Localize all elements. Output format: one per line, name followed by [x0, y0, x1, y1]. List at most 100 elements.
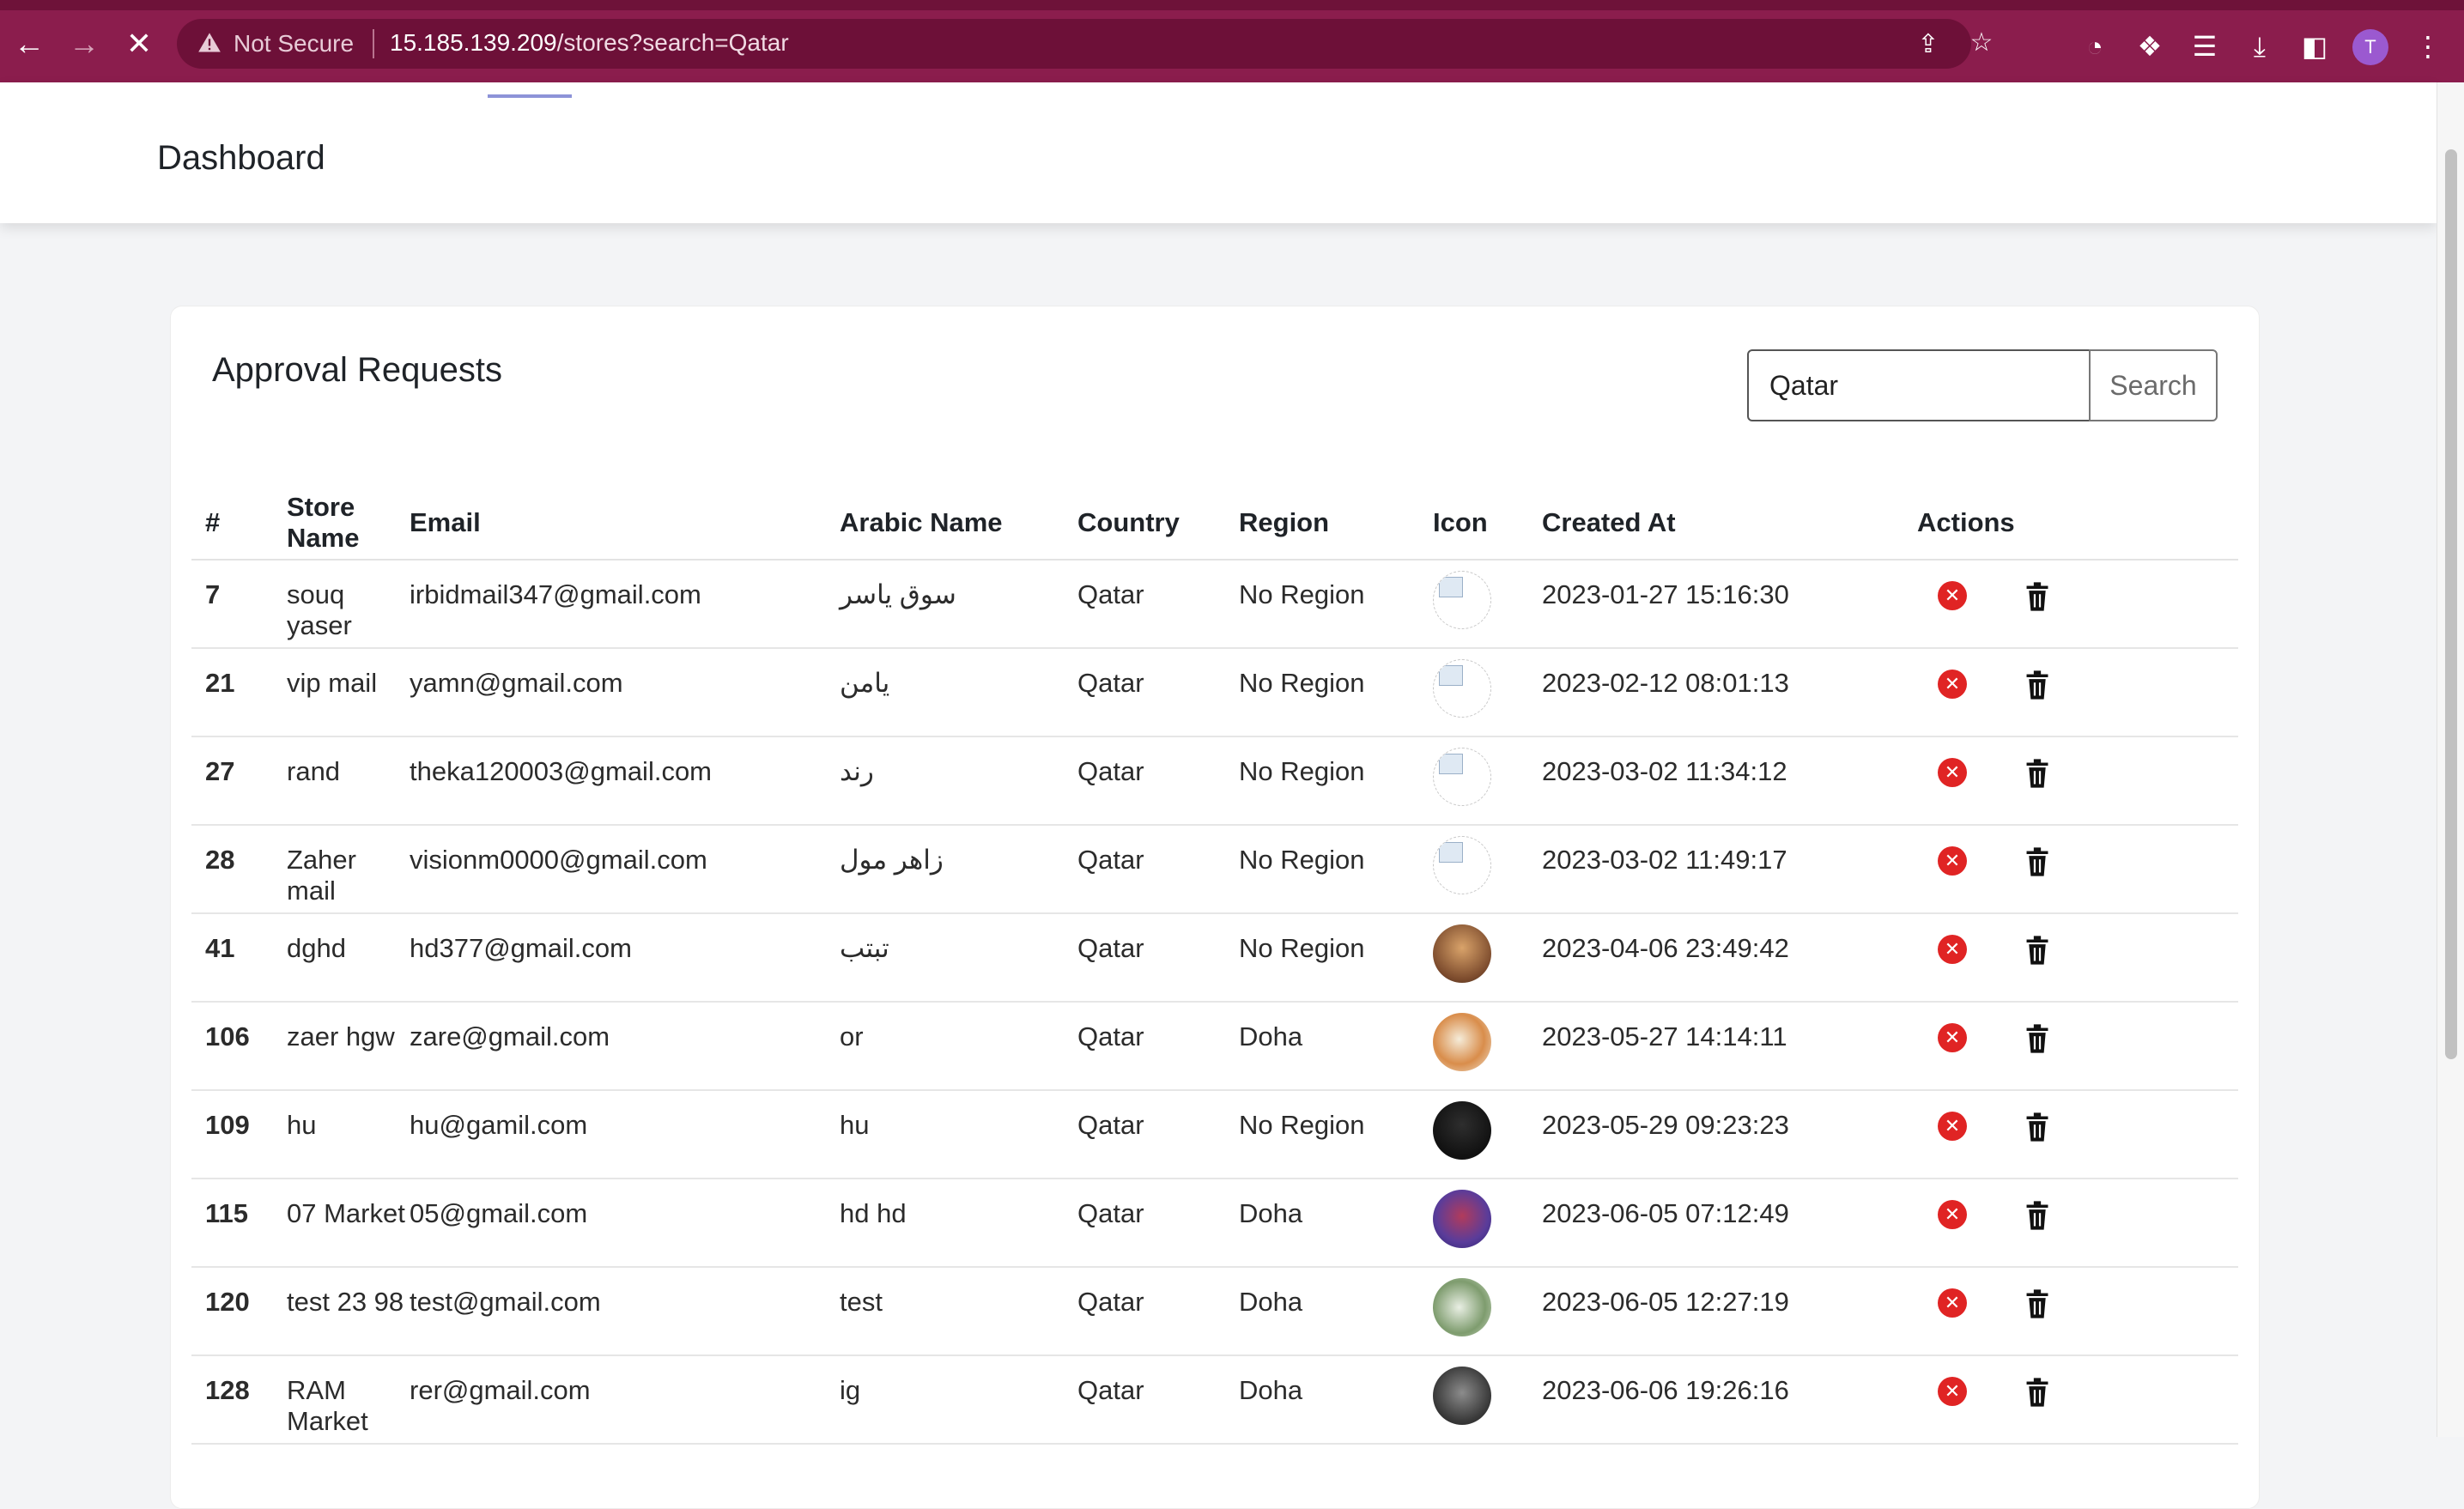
- store-created-at: 2023-06-06 19:26:16: [1542, 1355, 1917, 1445]
- scrollbar-thumb[interactable]: [2445, 149, 2457, 1059]
- store-created-at: 2023-05-27 14:14:11: [1542, 1002, 1917, 1091]
- store-email: irbidmail347@gmail.com: [410, 560, 840, 649]
- store-icon-cell: [1433, 1179, 1542, 1268]
- address-bar[interactable]: Not Secure 15.185.139.209/stores?search=…: [177, 19, 1993, 69]
- url-text[interactable]: 15.185.139.209/stores?search=Qatar: [390, 29, 789, 57]
- store-image-icon: [1433, 1367, 1491, 1425]
- store-arabic-name: ig: [840, 1355, 1077, 1445]
- store-image-icon: [1433, 1278, 1491, 1336]
- table-row: 27 rand theka120003@gmail.com رند Qatar …: [191, 736, 2238, 826]
- store-email: 05@gmail.com: [410, 1179, 840, 1268]
- store-country: Qatar: [1077, 648, 1239, 737]
- trash-icon[interactable]: [2023, 846, 2052, 877]
- extension-circle-icon[interactable]: ◔: [2078, 29, 2112, 64]
- download-icon[interactable]: ⤓: [2242, 29, 2277, 64]
- extensions-puzzle-icon[interactable]: ❖: [2133, 29, 2167, 64]
- store-icon-cell: [1433, 1267, 1542, 1356]
- actions-cell: ✕: [1917, 1090, 2238, 1179]
- table-row: 41 dghd hd377@gmail.com تبتب Qatar No Re…: [191, 913, 2238, 1003]
- profile-avatar[interactable]: T: [2352, 29, 2388, 65]
- forward-icon[interactable]: →: [65, 22, 103, 65]
- trash-icon[interactable]: [2023, 581, 2052, 612]
- page-scrollbar[interactable]: [2437, 82, 2464, 1437]
- store-image-icon: [1433, 1101, 1491, 1160]
- column-header: #: [191, 487, 287, 561]
- reject-icon[interactable]: ✕: [1938, 935, 1967, 964]
- page-title: Dashboard: [157, 139, 325, 177]
- store-arabic-name: or: [840, 1002, 1077, 1091]
- card-title: Approval Requests: [212, 351, 502, 389]
- store-country: Qatar: [1077, 1090, 1239, 1179]
- table-header-row: # Store Name Email Arabic Name Country R…: [191, 487, 2238, 561]
- trash-icon[interactable]: [2023, 1023, 2052, 1054]
- reject-icon[interactable]: ✕: [1938, 1288, 1967, 1318]
- security-label[interactable]: Not Secure: [234, 30, 354, 58]
- store-email: zare@gmail.com: [410, 1002, 840, 1091]
- store-icon-cell: [1433, 825, 1542, 914]
- store-created-at: 2023-02-12 08:01:13: [1542, 648, 1917, 737]
- url-host: 15.185.139.209: [390, 29, 557, 56]
- store-id: 21: [191, 648, 287, 737]
- store-country: Qatar: [1077, 1355, 1239, 1445]
- bookmark-star-icon[interactable]: ☆: [1968, 29, 1995, 57]
- stop-loading-icon[interactable]: ✕: [120, 22, 158, 65]
- store-arabic-name: سوق ياسر: [840, 560, 1077, 649]
- store-icon-cell: [1433, 1090, 1542, 1179]
- store-country: Qatar: [1077, 913, 1239, 1003]
- search-button[interactable]: Search: [2089, 349, 2218, 421]
- store-id: 28: [191, 825, 287, 914]
- warning-icon: [198, 33, 221, 52]
- trash-icon[interactable]: [2023, 670, 2052, 700]
- store-created-at: 2023-06-05 07:12:49: [1542, 1179, 1917, 1268]
- table-row: 28 Zaher mail visionm0000@gmail.com زاهر…: [191, 825, 2238, 914]
- menu-kebab-icon[interactable]: ⋮: [2411, 29, 2445, 64]
- store-email: hu@gamil.com: [410, 1090, 840, 1179]
- trash-icon[interactable]: [2023, 758, 2052, 789]
- column-header: Arabic Name: [840, 487, 1077, 561]
- share-icon[interactable]: ⇪: [1915, 31, 1942, 58]
- reject-icon[interactable]: ✕: [1938, 1377, 1967, 1406]
- actions-cell: ✕: [1917, 1179, 2238, 1268]
- store-name: test 23 98: [287, 1267, 410, 1356]
- column-header: Icon: [1433, 487, 1542, 561]
- actions-cell: ✕: [1917, 1267, 2238, 1356]
- trash-icon[interactable]: [2023, 1112, 2052, 1142]
- store-arabic-name: يامن: [840, 648, 1077, 737]
- store-icon-cell: [1433, 1355, 1542, 1445]
- store-id: 128: [191, 1355, 287, 1445]
- store-email: test@gmail.com: [410, 1267, 840, 1356]
- store-icon-cell: [1433, 648, 1542, 737]
- reject-icon[interactable]: ✕: [1938, 1023, 1967, 1052]
- reject-icon[interactable]: ✕: [1938, 1200, 1967, 1229]
- trash-icon[interactable]: [2023, 1288, 2052, 1319]
- column-header: Created At: [1542, 487, 1917, 561]
- store-name: Zaher mail: [287, 825, 410, 914]
- reject-icon[interactable]: ✕: [1938, 758, 1967, 787]
- table-row: 7 souq yaser irbidmail347@gmail.com سوق …: [191, 560, 2238, 649]
- store-icon-cell: [1433, 1002, 1542, 1091]
- reading-list-icon[interactable]: ☰: [2188, 29, 2222, 64]
- store-created-at: 2023-04-06 23:49:42: [1542, 913, 1917, 1003]
- store-image-icon: [1433, 1190, 1491, 1248]
- reject-icon[interactable]: ✕: [1938, 670, 1967, 699]
- page-header: Dashboard: [0, 82, 2437, 223]
- table-row: 21 vip mail yamn@gmail.com يامن Qatar No…: [191, 648, 2238, 737]
- trash-icon[interactable]: [2023, 1200, 2052, 1231]
- column-header: Store Name: [287, 487, 410, 561]
- back-icon[interactable]: ←: [10, 22, 48, 65]
- side-panel-icon[interactable]: ◧: [2297, 29, 2332, 64]
- store-name: hu: [287, 1090, 410, 1179]
- reject-icon[interactable]: ✕: [1938, 581, 1967, 610]
- omnibox-divider: [373, 29, 374, 58]
- store-email: visionm0000@gmail.com: [410, 825, 840, 914]
- reject-icon[interactable]: ✕: [1938, 846, 1967, 876]
- trash-icon[interactable]: [2023, 935, 2052, 966]
- table-row: 120 test 23 98 test@gmail.com test Qatar…: [191, 1267, 2238, 1356]
- reject-icon[interactable]: ✕: [1938, 1112, 1967, 1141]
- store-arabic-name: hd hd: [840, 1179, 1077, 1268]
- search-input[interactable]: [1747, 349, 2091, 421]
- broken-image-icon: [1433, 748, 1491, 806]
- trash-icon[interactable]: [2023, 1377, 2052, 1408]
- store-email: hd377@gmail.com: [410, 913, 840, 1003]
- store-country: Qatar: [1077, 825, 1239, 914]
